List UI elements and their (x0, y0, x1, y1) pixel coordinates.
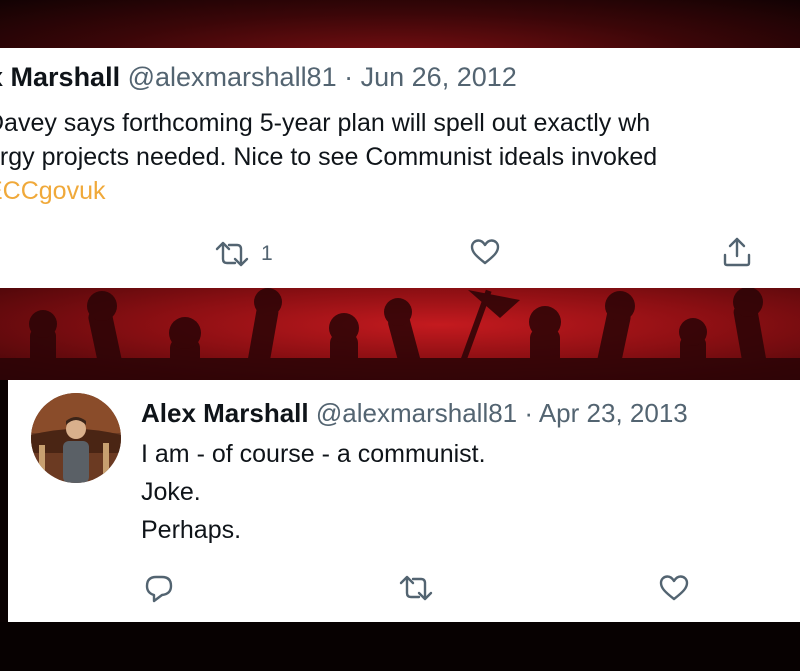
tweet-card-1: ex Marshall @alexmarshall81 · Jun 26, 20… (0, 48, 800, 288)
dark-banner-bottom (0, 622, 800, 671)
mention-link[interactable]: ECCgovuk (0, 174, 657, 208)
dark-red-banner-top (0, 0, 800, 48)
retweet-button[interactable]: 1 (213, 240, 273, 268)
crowd-silhouette (0, 288, 800, 380)
author-handle[interactable]: @alexmarshall81 (316, 398, 517, 428)
tweet-header: ex Marshall @alexmarshall81 · Jun 26, 20… (0, 62, 517, 93)
red-protest-banner (0, 288, 800, 380)
retweet-icon (397, 574, 435, 602)
retweet-icon (213, 240, 251, 268)
tweet-line: Joke. (141, 478, 201, 506)
like-button[interactable] (659, 574, 689, 602)
reply-button[interactable] (144, 574, 174, 604)
retweet-button[interactable] (397, 574, 435, 602)
tweet-actions: 1 (0, 236, 800, 278)
tweet-date[interactable]: Apr 23, 2013 (539, 398, 688, 428)
tweet-line: Perhaps. (141, 516, 242, 544)
avatar[interactable] (31, 393, 121, 483)
tweet-header: Alex Marshall @alexmarshall81 · Apr 23, … (141, 398, 688, 429)
author-name[interactable]: Alex Marshall (141, 398, 309, 428)
tweet-line: I am - of course - a communist. (141, 440, 486, 468)
author-name[interactable]: ex Marshall (0, 62, 120, 92)
separator-dot: · (344, 62, 354, 92)
like-button[interactable] (470, 238, 500, 266)
tweet-line: ergy projects needed. Nice to see Commun… (0, 143, 658, 171)
tweet-actions (8, 570, 800, 610)
share-button[interactable] (722, 236, 752, 268)
heart-icon (470, 238, 500, 266)
author-handle[interactable]: @alexmarshall81 (128, 62, 337, 92)
tweet-line: Davey says forthcoming 5-year plan will … (0, 109, 651, 137)
tweet-date[interactable]: Jun 26, 2012 (361, 62, 517, 92)
share-icon (722, 236, 752, 268)
heart-icon (659, 574, 689, 602)
tweet-card-2: Alex Marshall @alexmarshall81 · Apr 23, … (8, 380, 800, 622)
separator-dot: · (524, 398, 534, 428)
reply-icon (144, 574, 174, 604)
tweet-text: Davey says forthcoming 5-year plan will … (0, 106, 657, 208)
retweet-count: 1 (261, 242, 273, 265)
